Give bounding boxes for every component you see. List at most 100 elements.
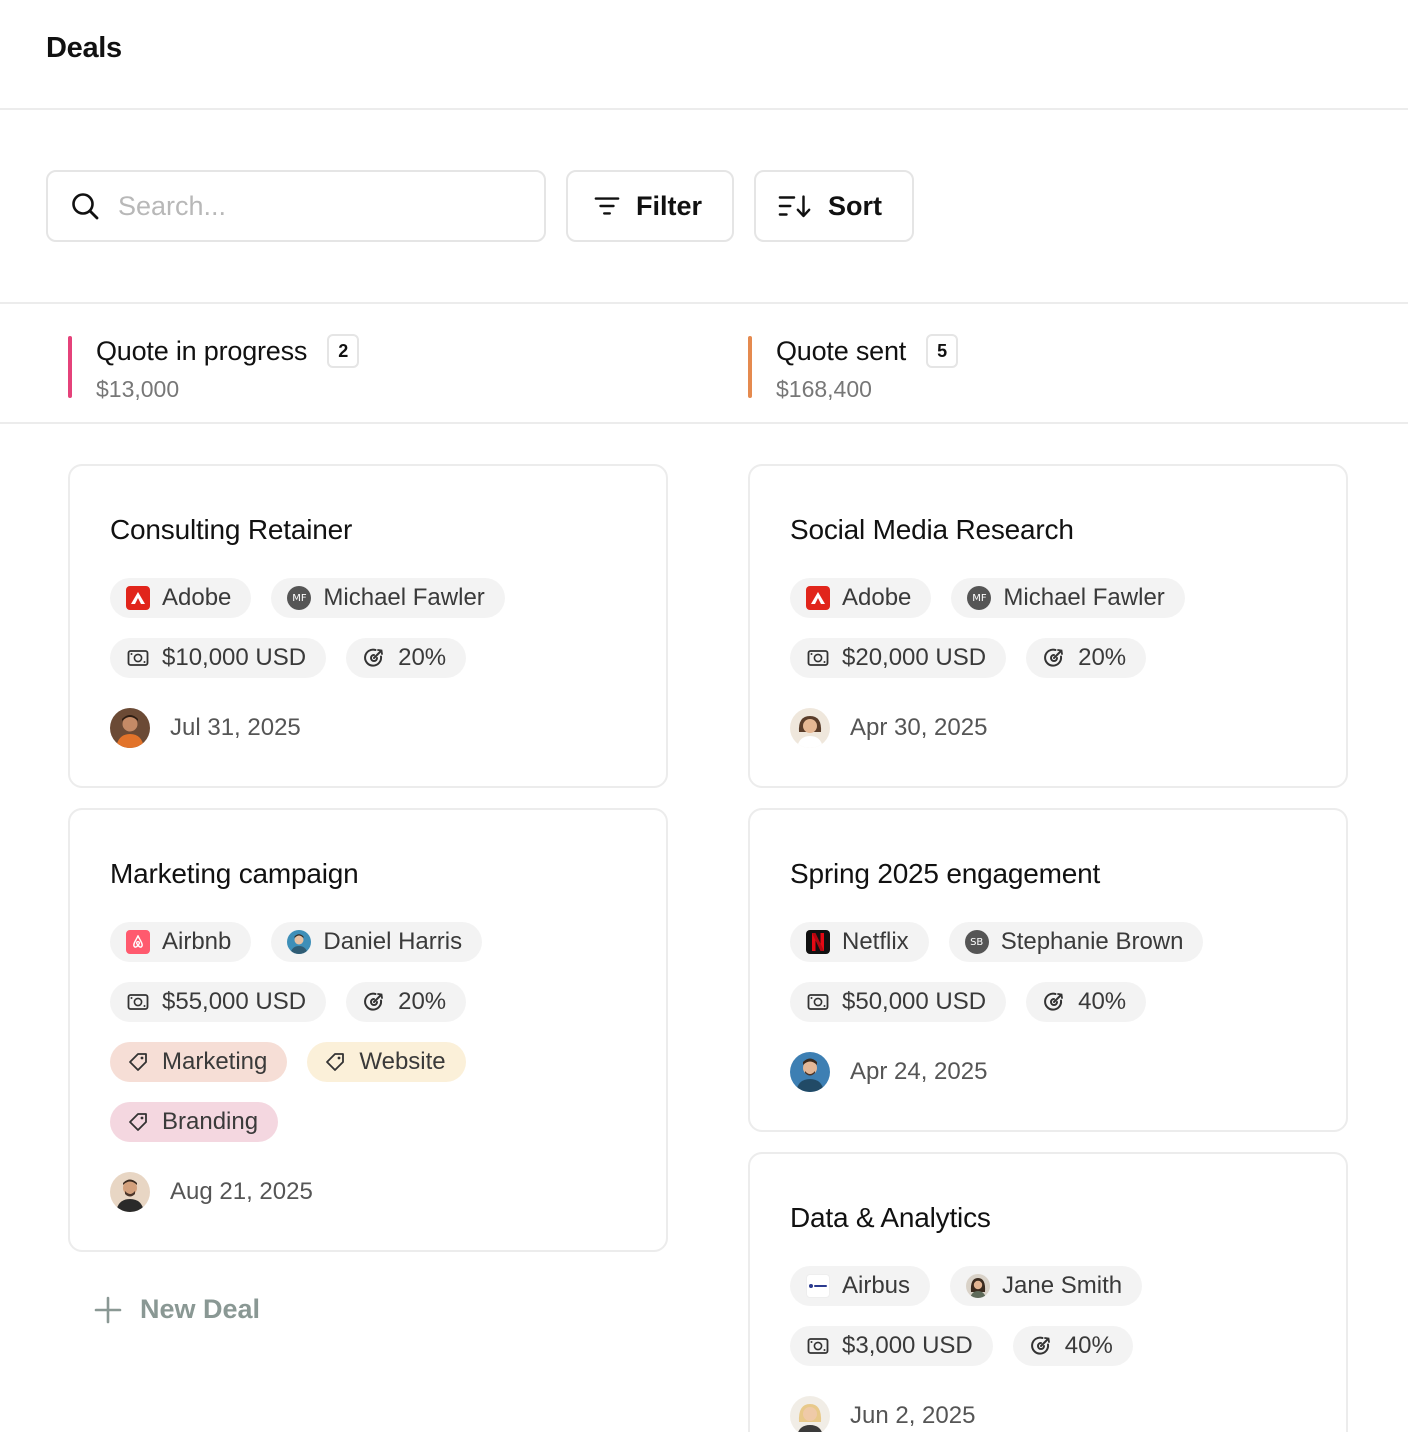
search-box[interactable] xyxy=(46,170,546,242)
column-header-quote-in-progress[interactable]: Quote in progress 2 $13,000 xyxy=(68,334,360,403)
owner-chip[interactable]: MF Michael Fawler xyxy=(951,578,1185,618)
deal-card[interactable]: Consulting Retainer Adobe MF Michael Faw… xyxy=(68,464,668,788)
probability-value: 40% xyxy=(1078,988,1127,1015)
airbus-logo-icon xyxy=(806,1274,830,1298)
sort-icon xyxy=(778,195,811,218)
probability-value: 20% xyxy=(1078,644,1127,671)
company-chip[interactable]: Netflix xyxy=(790,922,929,962)
probability-icon xyxy=(1042,646,1066,670)
page-title: Deals xyxy=(46,31,122,64)
new-deal-label: New Deal xyxy=(140,1294,261,1324)
assignee-avatar[interactable] xyxy=(790,708,830,748)
column-title: Quote in progress xyxy=(96,335,308,366)
probability-chip: 20% xyxy=(1026,638,1147,678)
money-icon xyxy=(806,1334,830,1358)
deal-value: $20,000 USD xyxy=(842,644,987,671)
deal-value: $55,000 USD xyxy=(162,988,307,1015)
column-count-badge: 2 xyxy=(327,334,360,368)
deal-card[interactable]: Data & Analytics Airbus Jane Smith $3,00… xyxy=(748,1152,1348,1432)
owner-chip[interactable]: MF Michael Fawler xyxy=(271,578,505,618)
owner-chip[interactable]: Jane Smith xyxy=(950,1266,1143,1306)
company-name: Airbnb xyxy=(162,928,232,955)
toolbar: Filter Sort xyxy=(0,110,1408,304)
owner-avatar xyxy=(287,930,312,954)
close-date: Apr 30, 2025 xyxy=(850,714,988,741)
deal-value-chip: $55,000 USD xyxy=(110,982,327,1022)
adobe-logo-icon xyxy=(806,586,830,610)
company-chip[interactable]: Airbnb xyxy=(110,922,252,962)
new-deal-button[interactable]: New Deal xyxy=(94,1294,260,1325)
money-icon xyxy=(126,990,150,1014)
owner-chip[interactable]: SB Stephanie Brown xyxy=(948,922,1204,962)
money-icon xyxy=(806,646,830,670)
assignee-avatar[interactable] xyxy=(790,1396,830,1432)
owner-initials-avatar: MF xyxy=(967,586,992,610)
filter-button[interactable]: Filter xyxy=(566,170,734,242)
deal-card[interactable]: Social Media Research Adobe MF Michael F… xyxy=(748,464,1348,788)
column-color-bar xyxy=(68,336,72,398)
close-date: Jul 31, 2025 xyxy=(170,714,301,741)
assignee-avatar[interactable] xyxy=(790,1052,830,1092)
probability-icon xyxy=(1042,990,1066,1014)
page-header: Deals xyxy=(0,0,1408,110)
sort-button[interactable]: Sort xyxy=(754,170,914,242)
probability-chip: 20% xyxy=(346,638,467,678)
deal-value: $3,000 USD xyxy=(842,1332,973,1359)
owner-name: Stephanie Brown xyxy=(1000,928,1184,955)
probability-value: 20% xyxy=(398,988,447,1015)
probability-icon xyxy=(1029,1334,1053,1358)
probability-value: 40% xyxy=(1064,1332,1113,1359)
money-icon xyxy=(806,990,830,1014)
company-name: Airbus xyxy=(842,1272,911,1299)
column-header-quote-sent[interactable]: Quote sent 5 $168,400 xyxy=(748,334,959,403)
deal-title: Consulting Retainer xyxy=(110,514,353,545)
deal-value-chip: $3,000 USD xyxy=(790,1326,993,1366)
close-date: Jun 2, 2025 xyxy=(850,1402,976,1429)
probability-chip: 40% xyxy=(1012,1326,1133,1366)
adobe-logo-icon xyxy=(126,586,150,610)
column-count-badge: 5 xyxy=(926,334,959,368)
probability-chip: 20% xyxy=(346,982,467,1022)
filter-button-label: Filter xyxy=(635,190,702,221)
company-chip[interactable]: Airbus xyxy=(790,1266,931,1306)
deal-value-chip: $10,000 USD xyxy=(110,638,327,678)
probability-value: 20% xyxy=(398,644,447,671)
probability-icon xyxy=(362,990,386,1014)
tag-icon xyxy=(323,1050,347,1074)
probability-icon xyxy=(362,646,386,670)
company-chip[interactable]: Adobe xyxy=(110,578,252,618)
owner-initials-avatar: MF xyxy=(287,586,312,610)
owner-initials-avatar: SB xyxy=(964,930,989,954)
owner-name: Michael Fawler xyxy=(323,584,485,611)
tag-icon xyxy=(126,1050,150,1074)
tag-chip-website[interactable]: Website xyxy=(307,1042,466,1082)
column-total-amount: $13,000 xyxy=(96,376,180,402)
deal-value-chip: $50,000 USD xyxy=(790,982,1007,1022)
close-date: Aug 21, 2025 xyxy=(170,1178,313,1205)
airbnb-logo-icon xyxy=(126,930,150,954)
column-title: Quote sent xyxy=(776,335,907,366)
owner-name: Daniel Harris xyxy=(323,928,463,955)
search-icon xyxy=(72,193,99,220)
pipeline-column-headers: Quote in progress 2 $13,000 Quote sent 5… xyxy=(0,304,1408,424)
money-icon xyxy=(126,646,150,670)
tag-label: Website xyxy=(359,1048,446,1075)
search-input[interactable] xyxy=(118,190,498,222)
tag-chip-branding[interactable]: Branding xyxy=(110,1102,279,1142)
deal-card[interactable]: Marketing campaign Airbnb Daniel Harris … xyxy=(68,808,668,1252)
deal-title: Marketing campaign xyxy=(110,858,359,889)
company-name: Netflix xyxy=(842,928,909,955)
tag-label: Branding xyxy=(162,1108,259,1135)
assignee-avatar[interactable] xyxy=(110,1172,150,1212)
company-name: Adobe xyxy=(842,584,912,611)
owner-chip[interactable]: Daniel Harris xyxy=(271,922,483,962)
deal-title: Spring 2025 engagement xyxy=(790,858,1101,889)
owner-name: Jane Smith xyxy=(1002,1272,1123,1299)
tag-chip-marketing[interactable]: Marketing xyxy=(110,1042,288,1082)
deal-value: $50,000 USD xyxy=(842,988,987,1015)
tag-label: Marketing xyxy=(162,1048,268,1075)
deal-card[interactable]: Spring 2025 engagement Netflix SB Stepha… xyxy=(748,808,1348,1132)
owner-avatar xyxy=(966,1274,991,1298)
assignee-avatar[interactable] xyxy=(110,708,150,748)
company-chip[interactable]: Adobe xyxy=(790,578,932,618)
